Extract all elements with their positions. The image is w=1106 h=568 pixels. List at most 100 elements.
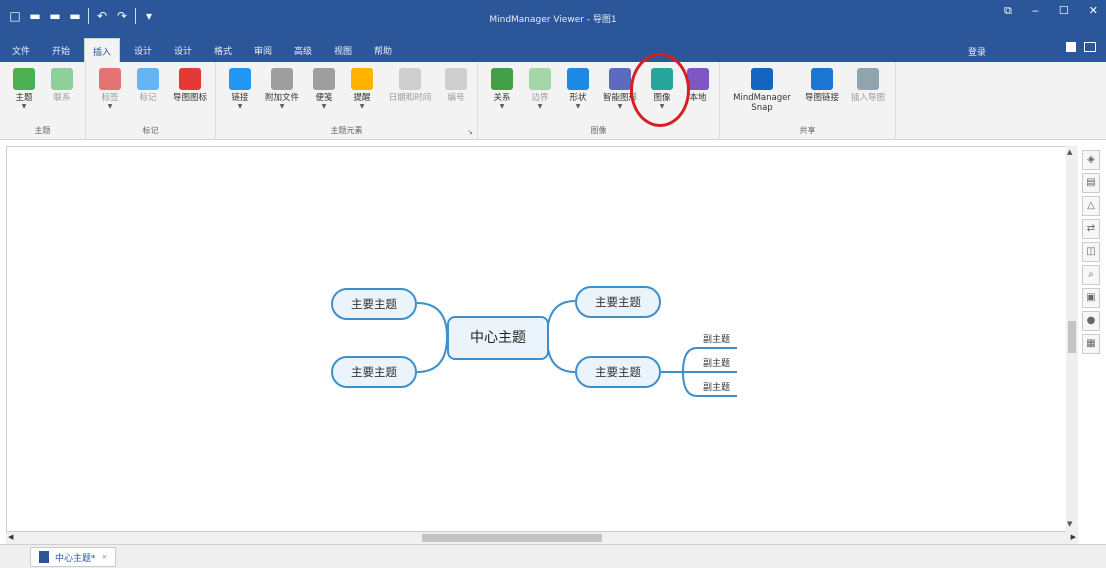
callout-icon — [51, 68, 73, 90]
ribbon-display-icon[interactable]: ⧉ — [1004, 4, 1012, 18]
task-pane-strip: ◈ ▤ △ ⇄ ◫ ⌕ ▣ ● ▦ — [1082, 150, 1104, 360]
relationship-icon — [491, 68, 513, 90]
map-link-icon — [811, 68, 833, 90]
alert-button[interactable]: 提醒 ▼ — [342, 68, 382, 111]
tag-icon — [99, 68, 121, 90]
calendar-icon[interactable]: ▤ — [1082, 173, 1100, 193]
dropdown-arrow-icon: ▼ — [107, 103, 113, 110]
group-markers: 标签 ▼ 标记 导图图标 标记 — [86, 62, 216, 140]
tab-design[interactable]: 设计 — [134, 44, 152, 57]
tab-design-2[interactable]: 设计 — [174, 44, 192, 57]
topic-icon — [13, 68, 35, 90]
sheet-tab-label: 中心主题* — [55, 553, 96, 564]
link-button[interactable]: 链接 ▼ — [220, 68, 260, 111]
main-topic-left-top[interactable]: 主要主题 — [331, 288, 417, 320]
dropdown-arrow-icon: ▼ — [279, 103, 285, 110]
window-controls: ⧉ ‒ ☐ ✕ — [1004, 4, 1098, 18]
markers-button[interactable]: 标记 — [128, 68, 168, 103]
minimize-icon[interactable]: ‒ — [1032, 4, 1039, 18]
search-icon[interactable]: ⌕ — [1082, 265, 1100, 285]
sign-in-link[interactable]: 登录 — [968, 45, 986, 58]
tab-advanced[interactable]: 高级 — [294, 44, 312, 57]
group-label: 主题 — [34, 126, 51, 135]
maximize-icon[interactable]: ☐ — [1059, 4, 1069, 18]
tab-review[interactable]: 审阅 — [254, 44, 272, 57]
main-topic-right-top[interactable]: 主要主题 — [575, 286, 661, 318]
numbering-icon — [445, 68, 467, 90]
main-topic-left-bottom[interactable]: 主要主题 — [331, 356, 417, 388]
window-title: MindManager Viewer - 导图1 — [489, 15, 617, 25]
help-icon[interactable] — [1084, 42, 1096, 52]
attach-file-button[interactable]: 附加文件 ▼ — [262, 68, 302, 111]
paperclip-icon — [271, 68, 293, 90]
share-icon[interactable]: ⇄ — [1082, 219, 1100, 239]
callout-button[interactable]: 联系 — [42, 68, 82, 103]
link-icon — [229, 68, 251, 90]
tab-help[interactable]: 帮助 — [374, 44, 392, 57]
group-label: 图像 — [590, 126, 607, 135]
scroll-down-icon[interactable]: ▼ — [1067, 520, 1072, 528]
group-label: 共享 — [799, 126, 816, 135]
map-canvas[interactable]: 主要主题 主要主题 中心主题 主要主题 主要主题 副主题 副主题 副主题 — [6, 146, 1078, 532]
tab-view[interactable]: 视图 — [334, 44, 352, 57]
dropdown-arrow-icon: ▼ — [321, 103, 327, 110]
numbering-button[interactable]: 编号 — [436, 68, 476, 103]
horizontal-scrollbar[interactable]: ◀ ▶ — [6, 532, 1078, 544]
subtopic[interactable]: 副主题 — [703, 332, 730, 345]
group-label: 标记 — [142, 126, 159, 135]
map-icons-button[interactable]: 导图图标 — [170, 68, 210, 103]
dropdown-arrow-icon: ▼ — [499, 103, 505, 110]
dropdown-arrow-icon: ▼ — [359, 103, 365, 110]
scroll-thumb[interactable] — [1068, 321, 1076, 353]
boundary-button[interactable]: 边界 ▼ — [520, 68, 560, 111]
circle-icon[interactable]: ● — [1082, 311, 1100, 331]
tab-file[interactable]: 文件 — [12, 44, 30, 57]
close-icon[interactable]: ✕ — [1089, 4, 1098, 18]
sheet-bar: 中心主题* × — [0, 544, 1106, 568]
shapes-icon — [567, 68, 589, 90]
library-icon[interactable]: ◈ — [1082, 150, 1100, 170]
tabs-right-tools — [1066, 42, 1096, 52]
vertical-scrollbar[interactable]: ▲ ▼ — [1066, 146, 1078, 532]
insert-map-icon — [857, 68, 879, 90]
subtopic[interactable]: 副主题 — [703, 356, 730, 369]
scroll-left-icon[interactable]: ◀ — [8, 533, 13, 541]
group-label: 主题元素 — [330, 126, 363, 135]
insert-map-button[interactable]: 插入导图 — [846, 68, 890, 103]
subtopic[interactable]: 副主题 — [703, 380, 730, 393]
connector — [546, 336, 576, 373]
dialog-launcher-icon[interactable]: ↘ — [467, 128, 473, 136]
local-image-icon — [687, 68, 709, 90]
topic-button[interactable]: 主题 ▼ — [4, 68, 44, 111]
review-icon[interactable]: ◫ — [1082, 242, 1100, 262]
dropdown-arrow-icon: ▼ — [237, 103, 243, 110]
shapes-button[interactable]: 形状 ▼ — [558, 68, 598, 111]
excel-icon[interactable]: ▦ — [1082, 334, 1100, 354]
scroll-thumb[interactable] — [422, 534, 602, 542]
tab-insert[interactable]: 插入 — [84, 38, 121, 62]
tags-button[interactable]: 标签 ▼ — [90, 68, 130, 111]
marker-icon — [137, 68, 159, 90]
tab-format[interactable]: 格式 — [214, 44, 232, 57]
relationship-button[interactable]: 关系 ▼ — [482, 68, 522, 111]
tab-home[interactable]: 开始 — [52, 44, 70, 57]
mindmanager-snap-button[interactable]: MindManager Snap — [726, 68, 798, 113]
close-tab-icon[interactable]: × — [102, 553, 108, 561]
scroll-right-icon[interactable]: ▶ — [1071, 533, 1076, 541]
sheet-tab[interactable]: 中心主题* × — [30, 547, 117, 567]
connector — [546, 300, 576, 338]
main-topic-right-bottom[interactable]: 主要主题 — [575, 356, 661, 388]
bell-icon — [351, 68, 373, 90]
notes-button[interactable]: 便笺 ▼ — [304, 68, 344, 111]
snap-icon — [751, 68, 773, 90]
share-icon[interactable] — [1066, 42, 1076, 52]
note-icon — [313, 68, 335, 90]
map-parts-icon[interactable]: ▣ — [1082, 288, 1100, 308]
triangle-icon[interactable]: △ — [1082, 196, 1100, 216]
title-bar: □ ▬ ▬ ▬ ↶ ↷ ▾ MindManager Viewer - 导图1 ⧉… — [0, 0, 1106, 38]
central-topic[interactable]: 中心主题 — [447, 316, 549, 360]
date-time-button[interactable]: 日期和时间 — [386, 68, 434, 103]
scroll-up-icon[interactable]: ▲ — [1067, 148, 1072, 156]
connector — [416, 302, 448, 338]
map-link-button[interactable]: 导图链接 — [800, 68, 844, 103]
